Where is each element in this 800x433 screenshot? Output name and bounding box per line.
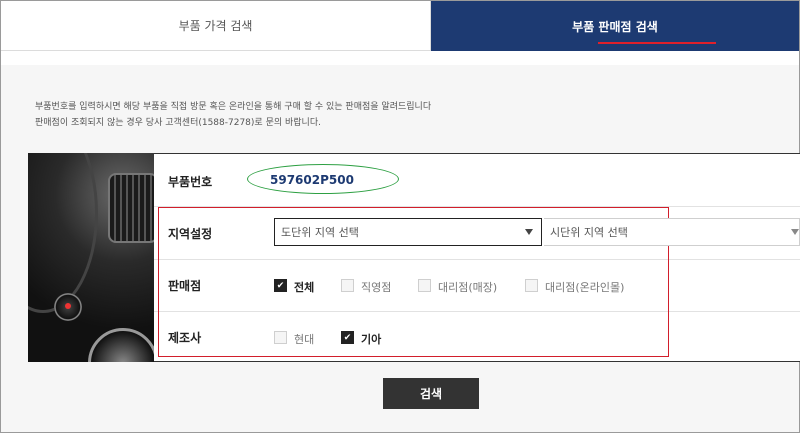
store-label: 판매점 xyxy=(168,279,202,293)
checkbox-maker-hyundai[interactable] xyxy=(274,331,287,344)
checkbox-label: 현대 xyxy=(294,333,315,346)
checkbox-maker-kia[interactable]: ✔ xyxy=(341,331,354,344)
city-select-value: 시단위 지역 선택 xyxy=(550,226,628,239)
checkbox-label: 대리점(온라인몰) xyxy=(545,281,625,294)
city-select[interactable]: 시단위 지역 선택 xyxy=(544,218,800,246)
search-button[interactable]: 검색 xyxy=(383,378,479,409)
active-tab-underline xyxy=(598,42,716,44)
description: 부품번호를 입력하시면 해당 부품을 직접 방문 혹은 온라인을 통해 구매 할… xyxy=(35,99,431,131)
part-number-label: 부품번호 xyxy=(168,175,213,189)
region-label: 지역설정 xyxy=(168,227,213,241)
steering-wheel-shape xyxy=(28,153,98,313)
chevron-down-icon xyxy=(791,229,799,235)
chevron-down-icon xyxy=(525,229,533,235)
air-vent-shape xyxy=(108,173,154,243)
province-select-value: 도단위 지역 선택 xyxy=(281,226,359,239)
part-number-input[interactable]: 597602P500 xyxy=(270,173,354,187)
start-indicator-dot xyxy=(65,303,71,309)
maker-label: 제조사 xyxy=(168,331,202,345)
checkbox-store-agency[interactable] xyxy=(418,279,431,292)
control-knob-shape xyxy=(88,328,154,362)
description-line-2: 판매점이 조회되지 않는 경우 당사 고객센터(1588-7278)로 문의 바… xyxy=(35,118,321,128)
checkbox-store-all[interactable]: ✔ xyxy=(274,279,287,292)
checkbox-label: 직영점 xyxy=(361,281,392,294)
description-line-1: 부품번호를 입력하시면 해당 부품을 직접 방문 혹은 온라인을 통해 구매 할… xyxy=(35,102,432,112)
checkbox-label: 기아 xyxy=(361,333,382,346)
tab-price-search[interactable]: 부품 가격 검색 xyxy=(1,1,431,51)
car-interior-image xyxy=(28,153,154,362)
checkbox-store-direct[interactable] xyxy=(341,279,354,292)
checkbox-store-online[interactable] xyxy=(525,279,538,292)
checkbox-label: 전체 xyxy=(294,281,315,294)
province-select[interactable]: 도단위 지역 선택 xyxy=(274,218,542,246)
checkbox-label: 대리점(매장) xyxy=(438,281,498,294)
